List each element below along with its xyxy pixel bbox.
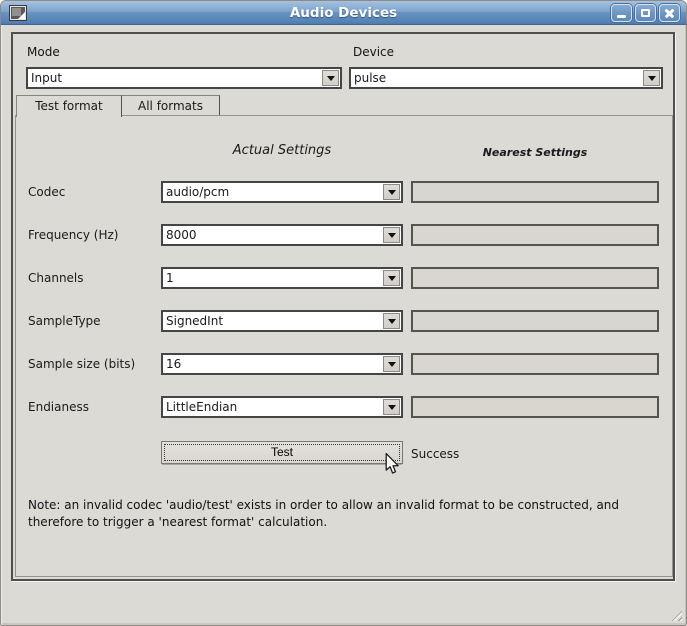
sampletype-label: SampleType <box>28 314 101 328</box>
chevron-down-icon <box>388 276 396 281</box>
nearest-settings-header: Nearest Settings <box>411 146 659 159</box>
frequency-label: Frequency (Hz) <box>28 228 119 242</box>
maximize-icon <box>641 9 650 17</box>
samplesize-nearest-field <box>411 353 659 375</box>
maximize-button[interactable] <box>635 4 656 22</box>
tab-all-formats[interactable]: All formats <box>122 95 220 115</box>
test-button[interactable]: Test <box>161 441 403 464</box>
mode-dropdown-button[interactable] <box>322 70 339 86</box>
audio-devices-window: Audio Devices Mode Input Device pulse <box>0 0 687 626</box>
samplesize-value: 16 <box>166 355 381 373</box>
tab-test-format[interactable]: Test format <box>16 95 122 117</box>
frequency-value: 8000 <box>166 226 381 244</box>
close-icon <box>664 8 675 19</box>
chevron-down-icon <box>388 405 396 410</box>
window-title: Audio Devices <box>1 5 686 21</box>
endianess-select[interactable]: LittleEndian <box>161 396 403 418</box>
endianess-nearest-field <box>411 396 659 418</box>
channels-dropdown-button[interactable] <box>383 270 400 286</box>
device-dropdown-button[interactable] <box>643 70 660 86</box>
status-text: Success <box>411 447 459 461</box>
mode-value: Input <box>31 69 320 87</box>
frequency-nearest-field <box>411 224 659 246</box>
samplesize-label: Sample size (bits) <box>28 357 135 371</box>
tab-all-formats-label: All formats <box>138 99 203 113</box>
codec-select[interactable]: audio/pcm <box>161 181 403 203</box>
sampletype-value: SignedInt <box>166 312 381 330</box>
codec-nearest-field <box>411 181 659 203</box>
device-value: pulse <box>354 69 641 87</box>
window-controls <box>611 4 680 22</box>
mouse-cursor-icon <box>384 453 400 475</box>
minimize-icon <box>617 15 626 18</box>
samplesize-select[interactable]: 16 <box>161 353 403 375</box>
chevron-down-icon <box>388 362 396 367</box>
chevron-down-icon <box>648 76 656 81</box>
endianess-label: Endianess <box>28 400 89 414</box>
codec-dropdown-button[interactable] <box>383 184 400 200</box>
codec-value: audio/pcm <box>166 183 381 201</box>
samplesize-dropdown-button[interactable] <box>383 356 400 372</box>
device-select[interactable]: pulse <box>349 67 663 89</box>
endianess-value: LittleEndian <box>166 398 381 416</box>
tab-test-format-label: Test format <box>35 99 102 113</box>
sampletype-select[interactable]: SignedInt <box>161 310 403 332</box>
codec-label: Codec <box>28 185 65 199</box>
chevron-down-icon <box>388 319 396 324</box>
device-label: Device <box>353 45 394 59</box>
channels-value: 1 <box>166 269 381 287</box>
channels-label: Channels <box>28 271 84 285</box>
channels-select[interactable]: 1 <box>161 267 403 289</box>
frequency-select[interactable]: 8000 <box>161 224 403 246</box>
close-button[interactable] <box>659 4 680 22</box>
endianess-dropdown-button[interactable] <box>383 399 400 415</box>
channels-nearest-field <box>411 267 659 289</box>
note-text: Note: an invalid codec 'audio/test' exis… <box>28 497 643 531</box>
minimize-button[interactable] <box>611 4 632 22</box>
chevron-down-icon <box>327 76 335 81</box>
chevron-down-icon <box>388 190 396 195</box>
frequency-dropdown-button[interactable] <box>383 227 400 243</box>
mode-label: Mode <box>27 45 60 59</box>
sampletype-nearest-field <box>411 310 659 332</box>
actual-settings-header: Actual Settings <box>161 143 403 158</box>
mode-select[interactable]: Input <box>26 67 342 89</box>
titlebar[interactable]: Audio Devices <box>1 1 686 25</box>
chevron-down-icon <box>388 233 396 238</box>
resize-grip[interactable] <box>669 608 682 621</box>
sampletype-dropdown-button[interactable] <box>383 313 400 329</box>
